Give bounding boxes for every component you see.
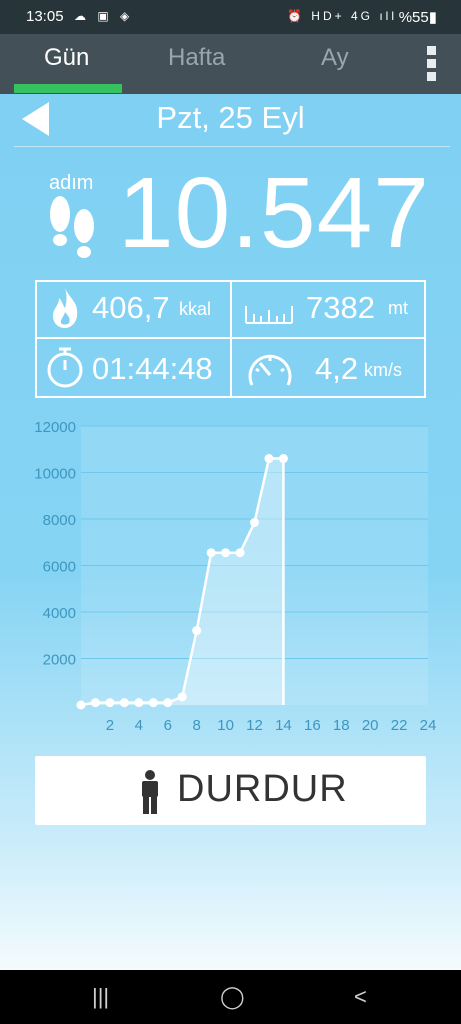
status-time: 13:05 bbox=[26, 8, 64, 25]
data-point bbox=[250, 517, 259, 527]
stats-grid: 406,7 kkal 7382 mt 01:44:48 4,2 km/s bbox=[35, 280, 426, 398]
speedometer-icon bbox=[248, 354, 292, 386]
x-tick-label: 10 bbox=[217, 717, 234, 734]
distance-value: 7382 bbox=[306, 290, 375, 325]
system-nav-bar: ||| ◯ < bbox=[0, 970, 461, 1024]
x-tick-label: 8 bbox=[192, 717, 200, 734]
active-tab-indicator bbox=[14, 84, 122, 93]
flame-icon bbox=[53, 288, 78, 328]
ruler-icon bbox=[245, 306, 293, 324]
footprints-icon bbox=[50, 196, 94, 258]
data-point bbox=[119, 698, 129, 708]
y-tick-label: 2000 bbox=[43, 652, 76, 669]
current-date: Pzt, 25 Eyl bbox=[156, 100, 305, 135]
data-point bbox=[148, 698, 158, 708]
data-point bbox=[105, 698, 115, 708]
distance-cell: 7382 mt bbox=[232, 282, 424, 337]
system-status-icons: ⏰ HD+ 4G ıll bbox=[287, 9, 397, 23]
person-icon bbox=[142, 770, 158, 814]
battery-indicator: %55▮ bbox=[398, 9, 437, 26]
stop-button[interactable]: DURDUR bbox=[35, 756, 426, 825]
header-divider bbox=[14, 146, 450, 147]
data-point bbox=[221, 548, 231, 558]
overflow-menu-icon[interactable] bbox=[427, 46, 437, 85]
y-tick-label: 6000 bbox=[43, 559, 76, 576]
tab-week[interactable]: Hafta bbox=[168, 44, 225, 72]
tab-month[interactable]: Ay bbox=[321, 44, 349, 72]
y-tick-label: 12000 bbox=[34, 419, 76, 436]
x-tick-label: 2 bbox=[106, 717, 114, 734]
x-tick-label: 24 bbox=[420, 717, 437, 734]
data-point bbox=[177, 692, 187, 702]
stop-button-label: DURDUR bbox=[177, 768, 348, 810]
x-tick-label: 16 bbox=[304, 717, 321, 734]
speed-unit: km/s bbox=[364, 360, 402, 380]
x-tick-label: 22 bbox=[391, 717, 408, 734]
speed-value: 4,2 bbox=[315, 351, 359, 386]
data-point bbox=[76, 700, 86, 710]
data-point bbox=[192, 626, 202, 636]
data-point bbox=[90, 698, 100, 708]
x-tick-label: 14 bbox=[275, 717, 292, 734]
speed-cell: 4,2 km/s bbox=[232, 339, 424, 396]
duration-cell: 01:44:48 bbox=[37, 339, 230, 396]
y-tick-label: 4000 bbox=[43, 605, 76, 622]
tab-day[interactable]: Gün bbox=[44, 44, 89, 72]
stopwatch-icon bbox=[47, 347, 83, 388]
duration-value: 01:44:48 bbox=[92, 351, 213, 386]
x-tick-label: 18 bbox=[333, 717, 350, 734]
back-button[interactable]: < bbox=[354, 984, 367, 1010]
x-tick-label: 6 bbox=[164, 717, 172, 734]
recents-button[interactable]: ||| bbox=[92, 984, 109, 1010]
data-point bbox=[278, 454, 288, 464]
x-tick-label: 4 bbox=[135, 717, 143, 734]
calories-cell: 406,7 kkal bbox=[37, 282, 230, 337]
data-point bbox=[264, 454, 274, 464]
data-point bbox=[134, 698, 144, 708]
step-count: 10.547 bbox=[118, 157, 430, 269]
data-point bbox=[206, 548, 216, 558]
tab-bar: Gün Hafta Ay bbox=[0, 34, 461, 94]
y-tick-label: 10000 bbox=[34, 466, 76, 483]
status-bar: 13:05 ☁ ▣ ◈ ⏰ HD+ 4G ıll %55▮ bbox=[0, 0, 461, 34]
date-navigation: Pzt, 25 Eyl bbox=[0, 94, 461, 146]
home-button[interactable]: ◯ bbox=[220, 984, 245, 1010]
hourly-steps-chart: 200040006000800010000120002 4 6 8 10 12 14 16 18… bbox=[34, 419, 437, 734]
data-point bbox=[163, 698, 173, 708]
calories-value: 406,7 bbox=[92, 290, 170, 325]
data-point bbox=[235, 548, 245, 558]
y-tick-label: 8000 bbox=[43, 512, 76, 529]
calories-unit: kkal bbox=[179, 299, 212, 319]
x-tick-label: 12 bbox=[246, 717, 263, 734]
x-tick-label: 20 bbox=[362, 717, 379, 734]
day-view: Pzt, 25 Eyl adım 10.547 406,7 kkal 7382 … bbox=[0, 94, 461, 970]
distance-unit: mt bbox=[388, 298, 408, 318]
notification-icons: ☁ ▣ ◈ bbox=[74, 9, 134, 23]
